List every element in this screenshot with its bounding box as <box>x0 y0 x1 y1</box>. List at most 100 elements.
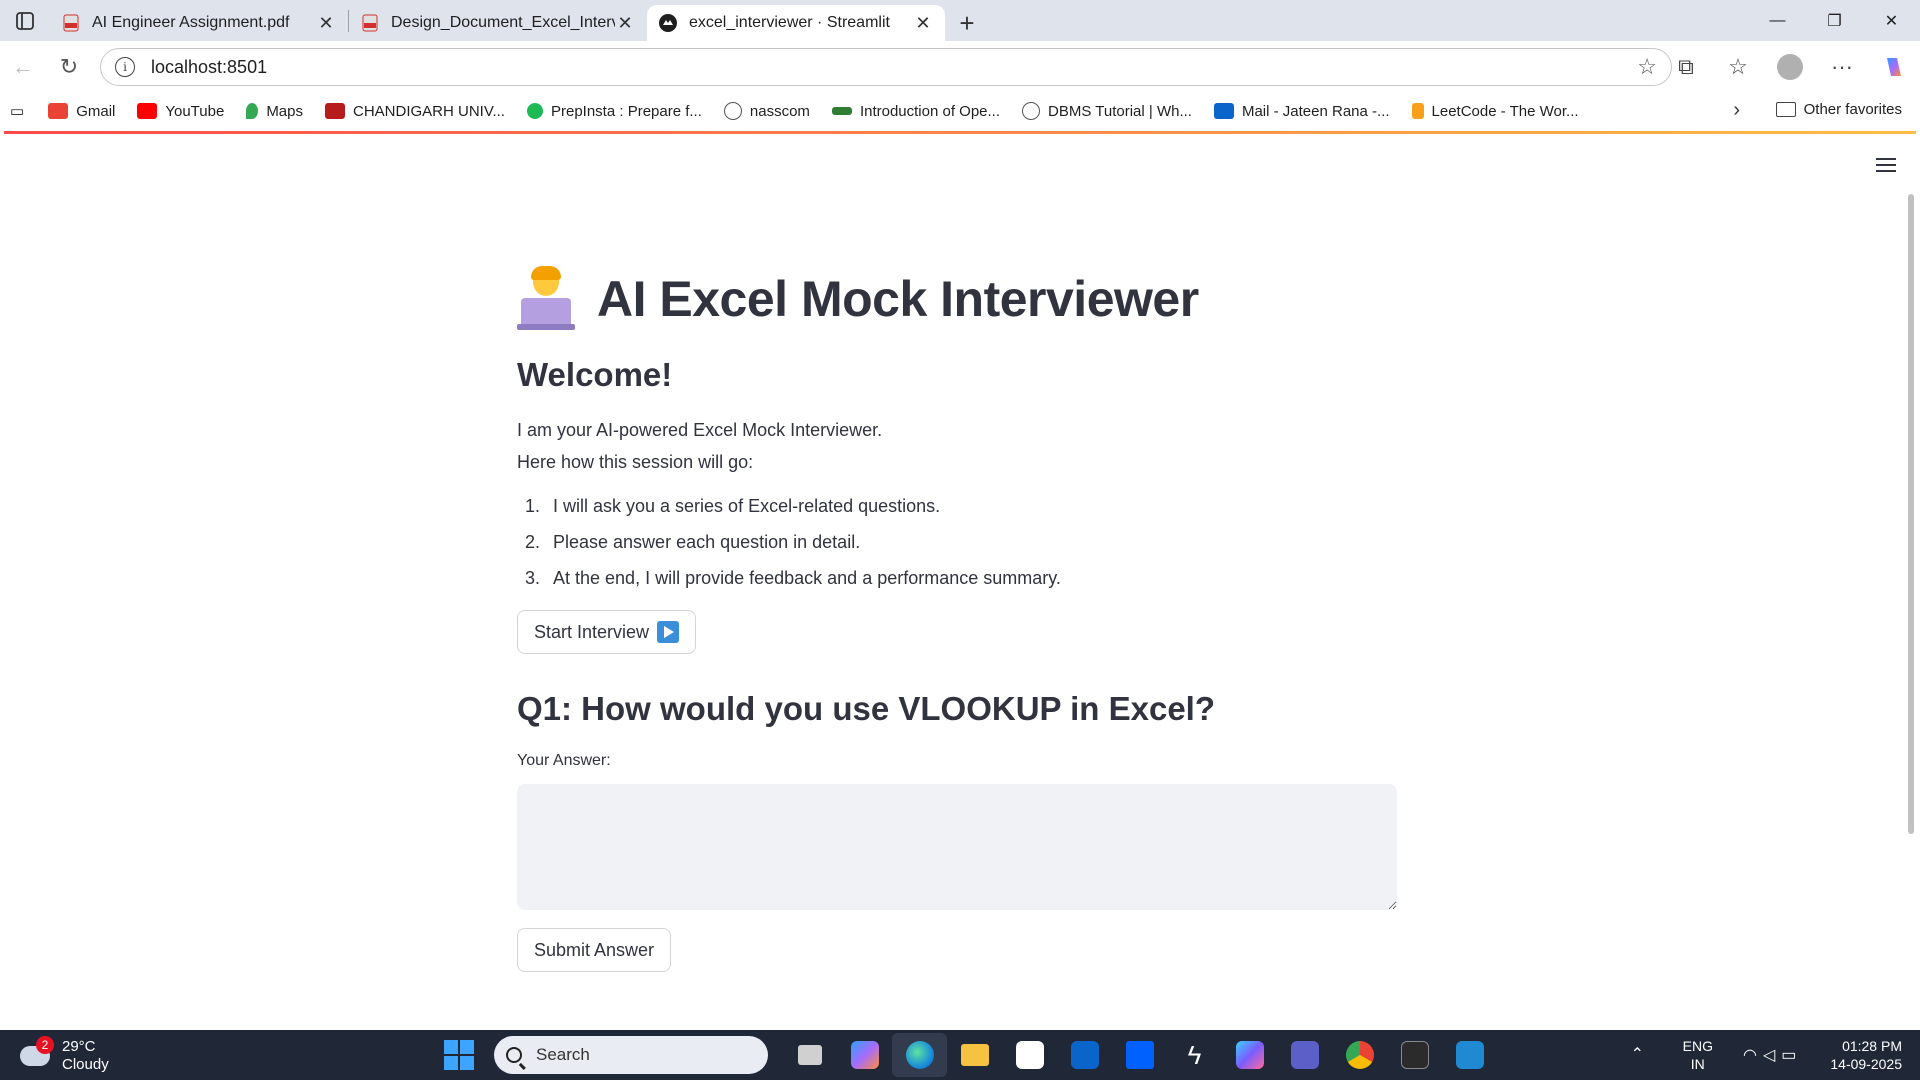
profile-button[interactable] <box>1764 54 1816 80</box>
streamlit-icon <box>659 14 677 32</box>
answer-textarea[interactable] <box>517 784 1397 910</box>
copilot-app-icon[interactable] <box>837 1033 892 1077</box>
clock[interactable]: 01:28 PM 14-09-2025 <box>1830 1037 1902 1073</box>
chevron-up-icon[interactable]: ⌃ <box>1631 1044 1644 1064</box>
minimize-icon[interactable]: — <box>1749 0 1806 41</box>
more-menu-icon[interactable]: ··· <box>1816 54 1868 80</box>
task-view-icon[interactable] <box>782 1033 837 1077</box>
globe-icon <box>723 102 742 120</box>
notification-badge: 2 <box>36 1036 54 1054</box>
list-text: Please answer each question in detail. <box>553 532 861 552</box>
copilot-icon[interactable] <box>1868 54 1920 80</box>
tab-title: AI Engineer Assignment.pdf <box>92 14 290 31</box>
bookmark-chandigarh-univ[interactable]: CHANDIGARH UNIV... <box>325 103 505 120</box>
vscode-icon[interactable] <box>1442 1033 1497 1077</box>
url-text[interactable]: localhost:8501 <box>151 57 1637 78</box>
file-explorer-icon[interactable] <box>947 1033 1002 1077</box>
page-title-row: AI Excel Mock Interviewer <box>517 264 1397 334</box>
start-button[interactable] <box>444 1040 474 1070</box>
list-number: 2. <box>524 532 540 552</box>
teams-icon[interactable] <box>1277 1033 1332 1077</box>
temperature: 29°C <box>62 1038 96 1055</box>
lightning-app-icon[interactable]: ϟ <box>1167 1033 1222 1077</box>
tab-excel-interviewer[interactable]: excel_interviewer · Streamlit ✕ <box>647 5 945 41</box>
university-icon <box>325 103 345 119</box>
dropbox-icon[interactable] <box>1112 1033 1167 1077</box>
edge-icon[interactable] <box>892 1033 947 1077</box>
other-favorites-label: Other favorites <box>1803 101 1902 118</box>
intro-line-2: Here how this session will go: <box>517 452 754 472</box>
close-tab-icon[interactable]: ✕ <box>913 13 933 34</box>
bookmark-prepinsta[interactable]: PrepInsta : Prepare f... <box>526 103 702 120</box>
back-icon[interactable]: ← <box>0 47 46 87</box>
reload-icon[interactable]: ↻ <box>46 47 92 87</box>
region-code: IN <box>1690 1056 1705 1072</box>
bookmark-nasscom[interactable]: nasscom <box>723 102 810 120</box>
bookmark-youtube[interactable]: YouTube <box>137 103 224 120</box>
bookmark-label: nasscom <box>749 102 810 120</box>
taskbar-apps: Search ϟ <box>444 1030 1497 1080</box>
bookmark-maps[interactable]: Maps <box>246 103 303 120</box>
bookmark-gmail[interactable]: Gmail <box>48 103 115 120</box>
volume-icon: ◁ <box>1762 1047 1782 1064</box>
play-icon <box>657 621 680 643</box>
close-window-icon[interactable]: ✕ <box>1863 0 1920 41</box>
gmail-icon <box>48 103 69 119</box>
chevron-right-icon[interactable]: › <box>1733 99 1740 122</box>
other-favorites-folder[interactable]: Other favorites <box>1775 101 1902 118</box>
technologist-icon <box>517 266 575 330</box>
language-code: ENG <box>1682 1038 1713 1054</box>
microsoft-store-icon[interactable] <box>1002 1033 1057 1077</box>
browser-tab-strip: AI Engineer Assignment.pdf ✕ Design_Docu… <box>0 0 1920 41</box>
globe-icon <box>1022 102 1041 120</box>
bookmark-label: CHANDIGARH UNIV... <box>353 102 505 120</box>
steps-list: 1. I will ask you a series of Excel-relat… <box>517 488 1397 596</box>
submit-answer-button[interactable]: Submit Answer <box>517 928 672 972</box>
search-icon <box>506 1047 522 1063</box>
list-number: 1. <box>524 496 540 516</box>
question-heading: Q1: How would you use VLOOKUP in Excel? <box>517 690 1215 727</box>
outlook-app-icon[interactable] <box>1057 1033 1112 1077</box>
favorites-icon[interactable]: ☆ <box>1712 54 1764 80</box>
chrome-icon[interactable] <box>1332 1033 1387 1077</box>
close-tab-icon[interactable]: ✕ <box>615 13 635 34</box>
browser-toolbar: ← ↻ i localhost:8501 ☆ ⧉ ☆ ··· <box>0 41 1920 93</box>
extensions-icon[interactable]: ⧉ <box>1660 54 1712 80</box>
bookmark-leetcode[interactable]: LeetCode - The Wor... <box>1411 103 1579 120</box>
reading-list-icon[interactable]: ▭ <box>10 102 24 120</box>
list-text: I will ask you a series of Excel-related… <box>553 496 941 516</box>
microsoft-365-icon[interactable] <box>1222 1033 1277 1077</box>
bookmark-introduction-of-ope[interactable]: Introduction of Ope... <box>831 103 1000 120</box>
main-content: AI Excel Mock Interviewer Welcome! I am … <box>517 264 1397 972</box>
tab-actions-button[interactable] <box>0 0 50 41</box>
tab-ai-engineer-assignment[interactable]: AI Engineer Assignment.pdf ✕ <box>50 5 348 41</box>
answer-label: Your Answer: <box>517 752 611 769</box>
restore-icon[interactable]: ❐ <box>1806 0 1863 41</box>
main-menu-icon[interactable] <box>1876 154 1896 176</box>
bookmark-dbms-tutorial[interactable]: DBMS Tutorial | Wh... <box>1022 102 1192 120</box>
youtube-icon <box>137 103 158 119</box>
bookmark-mail-jateen-rana[interactable]: Mail - Jateen Rana -... <box>1213 103 1390 120</box>
welcome-heading: Welcome! <box>517 356 673 393</box>
windows-taskbar: 2 29°C Cloudy Search ϟ ⌃ ENG IN ◠◁▭ 01:2… <box>0 1030 1920 1080</box>
system-tray: ENG IN ◠◁▭ 01:28 PM 14-09-2025 <box>1683 1030 1902 1080</box>
weather-widget[interactable]: 2 29°C Cloudy <box>20 1036 109 1074</box>
quick-settings[interactable]: ◠◁▭ <box>1743 1045 1802 1065</box>
list-item: 1. I will ask you a series of Excel-relat… <box>517 488 1397 524</box>
close-tab-icon[interactable]: ✕ <box>316 13 336 34</box>
site-info-icon[interactable]: i <box>115 57 135 77</box>
bookmarks-bar: ▭ Gmail YouTube Maps CHANDIGARH UNIV... … <box>0 93 1920 129</box>
favorite-star-icon[interactable]: ☆ <box>1637 54 1657 80</box>
page-scrollbar[interactable] <box>1908 194 1914 834</box>
wifi-icon: ◠ <box>1742 1047 1763 1064</box>
bookmark-label: DBMS Tutorial | Wh... <box>1048 102 1192 120</box>
language-indicator[interactable]: ENG IN <box>1683 1037 1713 1073</box>
terminal-icon[interactable] <box>1387 1033 1442 1077</box>
taskbar-search[interactable]: Search <box>494 1036 768 1074</box>
list-number: 3. <box>524 568 540 588</box>
intro-text: I am your AI-powered Excel Mock Intervie… <box>517 414 1397 478</box>
tab-design-document[interactable]: Design_Document_Excel_Interview ✕ <box>349 5 647 41</box>
address-bar[interactable]: i localhost:8501 ☆ <box>100 48 1672 86</box>
new-tab-button[interactable]: + <box>945 5 989 41</box>
start-interview-button[interactable]: Start Interview <box>517 610 697 654</box>
